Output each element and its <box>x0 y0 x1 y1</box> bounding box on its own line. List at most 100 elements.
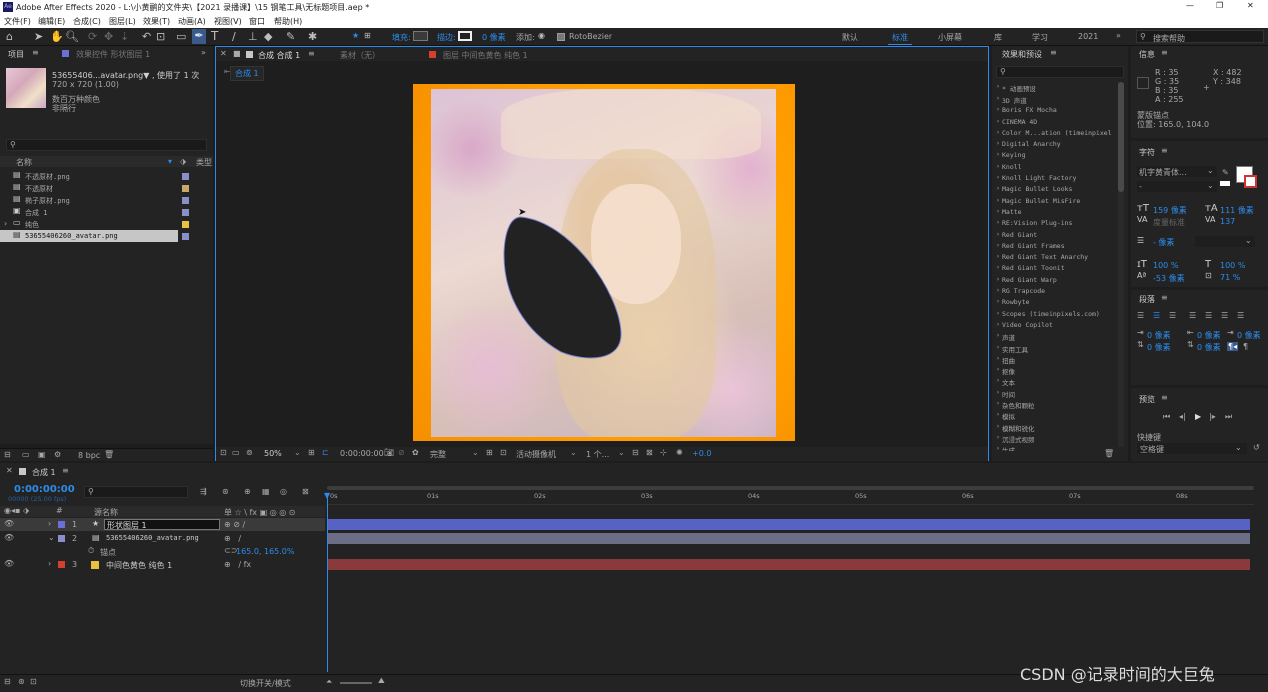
delete-icon[interactable]: 🗑︎ <box>104 450 114 459</box>
motion-blur-icon[interactable]: ◎ <box>280 487 287 496</box>
timeline-search-input[interactable]: ⚲ <box>84 486 188 498</box>
channel-icon[interactable]: ✿ <box>412 448 419 457</box>
toggle-switches-modes[interactable]: 切换开关/模式 <box>240 678 291 689</box>
comp-subtab[interactable]: 合成 1 <box>230 66 264 81</box>
indent-right-value[interactable]: 0 像素 <box>1197 330 1221 341</box>
panel-overflow-icon[interactable]: » <box>201 48 206 57</box>
project-settings-icon[interactable]: ⚙ <box>54 450 61 459</box>
menu-icon[interactable]: ≡ <box>1050 48 1057 57</box>
rotate-tool-icon[interactable]: ↶ <box>142 30 151 43</box>
table-row[interactable]: ⏱ 锚点 ⊂⊃ 165.0, 165.0% <box>0 545 325 558</box>
effects-category[interactable]: › 实用工具 <box>992 342 1116 354</box>
menu-icon[interactable]: ≡ <box>1161 48 1168 57</box>
effects-category[interactable]: › Video Copilot <box>992 319 1116 330</box>
ellipse-shape-layer[interactable] <box>501 212 631 362</box>
effects-category[interactable]: › RE:Vision Plug-ins <box>992 217 1116 228</box>
layer-switches-icon[interactable]: ⊟ <box>4 677 11 686</box>
tsume-value[interactable]: 71 % <box>1220 273 1240 282</box>
menu-help[interactable]: 帮助(H) <box>274 16 302 27</box>
camera-value[interactable]: 活动摄像机 <box>516 449 556 460</box>
layer-name[interactable]: 形状图层 1 <box>104 519 220 530</box>
interpret-footage-icon[interactable]: ⊟ <box>4 450 11 459</box>
table-row[interactable]: 👁︎ › 3 中间色黄色 纯色 1 ⊕ ∕ fx <box>0 558 325 571</box>
stroke-color-swatch[interactable] <box>1244 175 1257 188</box>
effects-category[interactable]: › Red Giant Warp <box>992 274 1116 285</box>
layer-name[interactable]: 中间色黄色 纯色 1 <box>106 560 172 571</box>
menu-icon[interactable]: ≡ <box>32 48 39 57</box>
flowchart-icon[interactable]: ⊹ <box>660 448 667 457</box>
menu-window[interactable]: 窗口 <box>249 16 265 27</box>
playhead-marker-icon[interactable]: ▼ <box>324 491 330 500</box>
stroke-width-field[interactable]: - 像素 <box>1153 237 1174 248</box>
effects-category[interactable]: › Magic Bullet MisFire <box>992 195 1116 206</box>
font-size-value[interactable]: 159 像素 <box>1153 205 1187 216</box>
eraser-tool-icon[interactable]: ◆ <box>264 30 272 43</box>
anchor-tool-icon[interactable]: ⊡ <box>156 30 165 43</box>
info-panel-title[interactable]: 信息 <box>1139 49 1155 60</box>
leading-value[interactable]: 111 像素 <box>1220 205 1254 216</box>
effects-category[interactable]: › Rowbyte <box>992 296 1116 307</box>
snap-toggle-icon[interactable]: ⊞ <box>364 31 371 40</box>
in-out-icon[interactable]: ⊡ <box>30 677 37 686</box>
reset-icon[interactable]: ↺ <box>1253 443 1260 452</box>
effects-category[interactable]: › 模拟 <box>992 409 1116 421</box>
eye-icon[interactable]: 👁︎ <box>4 533 14 542</box>
quality-value[interactable]: 完整 <box>430 449 446 460</box>
layer-switches[interactable]: ⊕ ⊘ ∕ <box>224 520 245 529</box>
layer-name[interactable]: 53655406260_avatar.png <box>106 534 199 542</box>
prev-frame-icon[interactable]: ◂| <box>1179 412 1186 421</box>
justify-center-icon[interactable]: ☰ <box>1205 311 1212 320</box>
effects-category[interactable]: › CINEMA 4D <box>992 116 1116 127</box>
puppet-tool-icon[interactable]: ✱ <box>308 30 317 43</box>
preview-panel-title[interactable]: 预览 <box>1139 394 1155 405</box>
list-item-selected[interactable]: ▤ 53655406260_avatar.png <box>0 230 178 242</box>
zoom-tool-icon[interactable]: 🔍︎ <box>65 30 79 43</box>
layer-switches[interactable]: ⊕ ∕ <box>224 534 241 543</box>
effects-scrollbar[interactable] <box>1118 82 1124 447</box>
track-bar-layer-2[interactable] <box>327 533 1250 544</box>
effects-category[interactable]: › Color M...ation (timeinpixel <box>992 127 1116 138</box>
lock-tab-icon[interactable]: ■ <box>233 49 241 58</box>
delete-icon[interactable]: 🗑︎ <box>1104 449 1114 458</box>
move-tool-icon[interactable]: ✥ <box>104 30 113 43</box>
effects-category[interactable]: › Red Giant Frames <box>992 240 1116 251</box>
menu-layer[interactable]: 图层(L) <box>109 16 136 27</box>
snapshot-icon[interactable]: 📷︎ <box>384 448 394 457</box>
effects-category[interactable]: ›生成 <box>992 443 1116 451</box>
effects-category[interactable]: › 3D 声道 <box>992 93 1116 105</box>
tab-footage[interactable]: 素材（无） <box>340 50 380 61</box>
camera-dropdown-icon[interactable]: ⌄ <box>570 448 577 457</box>
justify-right-icon[interactable]: ☰ <box>1221 311 1228 320</box>
home-icon[interactable]: ⌂ <box>6 30 13 43</box>
views-dropdown-icon[interactable]: ⌄ <box>618 448 625 457</box>
expand-arrow-icon[interactable]: › <box>48 559 51 568</box>
tracking-value[interactable]: 137 <box>1220 217 1235 226</box>
play-icon[interactable]: ▶ <box>1195 412 1201 421</box>
source-name-header[interactable]: 源名称 <box>94 507 118 518</box>
justify-all-icon[interactable]: ☰ <box>1237 311 1244 320</box>
frame-blending-icon[interactable]: ▦ <box>262 487 270 496</box>
tab-project[interactable]: 项目 <box>8 49 24 60</box>
modes-icon[interactable]: ⊛ <box>18 677 25 686</box>
effects-category[interactable]: › 声道 <box>992 330 1116 342</box>
workspace-learn[interactable]: 学习 <box>1032 32 1048 43</box>
zoom-out-icon[interactable]: ⏶ <box>326 677 332 687</box>
timeline-timecode[interactable]: 0:00:00:00 <box>14 484 75 495</box>
effects-category[interactable]: › RG Trapcode <box>992 285 1116 296</box>
baseline-shift-value[interactable]: -53 像素 <box>1153 273 1185 284</box>
menu-icon[interactable]: ≡ <box>1161 393 1168 402</box>
list-item[interactable]: ▤ 不透原材.png <box>0 170 213 182</box>
expand-arrow-icon[interactable]: › <box>4 219 7 228</box>
project-search-input[interactable]: ⚲ <box>6 139 207 151</box>
sort-down-icon[interactable]: ▾ <box>168 157 172 166</box>
clone-stamp-tool-icon[interactable]: ⊥ <box>248 30 258 43</box>
graph-editor-icon[interactable]: ⊠ <box>302 487 309 496</box>
label-icon[interactable]: ⬗ <box>180 157 186 166</box>
exposure-value[interactable]: +0.0 <box>692 449 711 458</box>
effects-category[interactable]: › Matte <box>992 206 1116 217</box>
zoom-in-icon[interactable]: ⛰ <box>378 676 385 686</box>
workspace-default[interactable]: 默认 <box>842 32 858 43</box>
zoom-slider[interactable] <box>340 682 372 684</box>
align-right-icon[interactable]: ☰ <box>1169 311 1176 320</box>
effects-search-input[interactable]: ⚲ <box>996 66 1124 78</box>
